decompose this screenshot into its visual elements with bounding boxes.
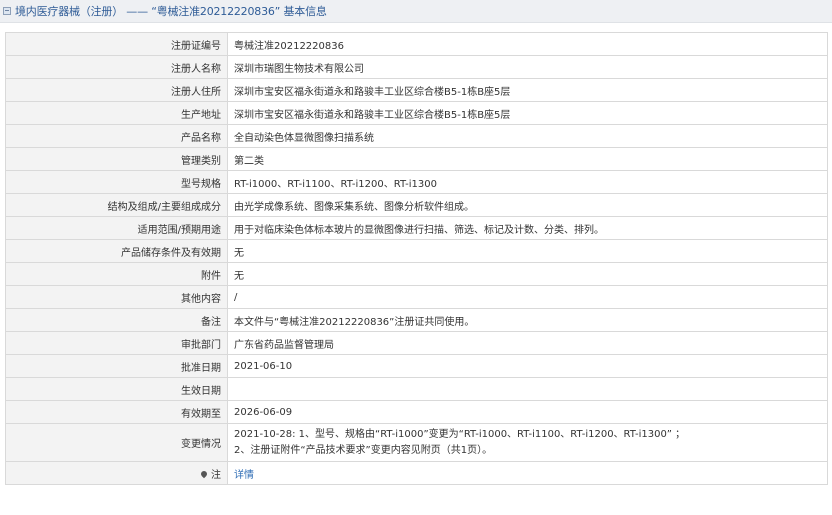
document-icon — [3, 7, 11, 15]
table-row: 注册人住所 深圳市宝安区福永街道永和路骏丰工业区综合楼B5-1栋B座5层 — [5, 78, 828, 102]
row-value: 深圳市宝安区福永街道永和路骏丰工业区综合楼B5-1栋B座5层 — [227, 78, 828, 102]
row-value: 本文件与“粤械注准20212220836”注册证共同使用。 — [227, 308, 828, 332]
table-row-note: 注 详情 — [5, 461, 828, 485]
row-value: 深圳市宝安区福永街道永和路骏丰工业区综合楼B5-1栋B座5层 — [227, 101, 828, 125]
table-row: 产品储存条件及有效期 无 — [5, 239, 828, 263]
row-label: 批准日期 — [5, 354, 228, 378]
table-row: 生产地址 深圳市宝安区福永街道永和路骏丰工业区综合楼B5-1栋B座5层 — [5, 101, 828, 125]
row-label: 生效日期 — [5, 377, 228, 401]
page-title: 境内医疗器械（注册） —— “粤械注准20212220836” 基本信息 — [15, 5, 327, 18]
row-value: 广东省药品监督管理局 — [227, 331, 828, 355]
row-label: 管理类别 — [5, 147, 228, 171]
row-value: / — [227, 285, 828, 309]
table-row: 备注 本文件与“粤械注准20212220836”注册证共同使用。 — [5, 308, 828, 332]
change-value: 2021-10-28: 1、型号、规格由“RT-i1000”变更为“RT-i10… — [227, 423, 828, 462]
row-value: 2026-06-09 — [227, 400, 828, 424]
table-row: 注册人名称 深圳市瑞图生物技术有限公司 — [5, 55, 828, 79]
table-row: 适用范围/预期用途 用于对临床染色体标本玻片的显微图像进行扫描、筛选、标记及计数… — [5, 216, 828, 240]
details-link[interactable]: 详情 — [234, 470, 254, 481]
change-line-2: 2、注册证附件“产品技术要求”变更内容见附页（共1页）。 — [234, 444, 493, 456]
row-value: 由光学成像系统、图像采集系统、图像分析软件组成。 — [227, 193, 828, 217]
row-label: 有效期至 — [5, 400, 228, 424]
table-row: 审批部门 广东省药品监督管理局 — [5, 331, 828, 355]
change-label: 变更情况 — [5, 423, 228, 462]
table-row: 批准日期 2021-06-10 — [5, 354, 828, 378]
note-label: 注 — [211, 469, 221, 481]
row-label: 注册人住所 — [5, 78, 228, 102]
table-row: 结构及组成/主要组成成分 由光学成像系统、图像采集系统、图像分析软件组成。 — [5, 193, 828, 217]
table-row: 型号规格 RT-i1000、RT-i1100、RT-i1200、RT-i1300 — [5, 170, 828, 194]
table-row: 其他内容 / — [5, 285, 828, 309]
row-value: 全自动染色体显微图像扫描系统 — [227, 124, 828, 148]
row-label: 备注 — [5, 308, 228, 332]
row-value: 第二类 — [227, 147, 828, 171]
row-value: 无 — [227, 239, 828, 263]
row-label: 审批部门 — [5, 331, 228, 355]
note-value: 详情 — [227, 461, 828, 485]
row-label: 产品名称 — [5, 124, 228, 148]
row-label: 型号规格 — [5, 170, 228, 194]
table-row: 管理类别 第二类 — [5, 147, 828, 171]
row-label: 结构及组成/主要组成成分 — [5, 193, 228, 217]
table-row-change: 变更情况 2021-10-28: 1、型号、规格由“RT-i1000”变更为“R… — [5, 423, 828, 462]
row-label: 其他内容 — [5, 285, 228, 309]
row-label: 注册人名称 — [5, 55, 228, 79]
row-label: 生产地址 — [5, 101, 228, 125]
change-line-1: 2021-10-28: 1、型号、规格由“RT-i1000”变更为“RT-i10… — [234, 428, 686, 440]
row-value: 2021-06-10 — [227, 354, 828, 378]
row-value: 粤械注准20212220836 — [227, 32, 828, 56]
note-label-cell: 注 — [5, 461, 228, 485]
page-header: 境内医疗器械（注册） —— “粤械注准20212220836” 基本信息 — [0, 0, 832, 23]
pin-icon — [199, 469, 209, 478]
table-row: 注册证编号 粤械注准20212220836 — [5, 32, 828, 56]
table-row: 有效期至 2026-06-09 — [5, 400, 828, 424]
table-row: 产品名称 全自动染色体显微图像扫描系统 — [5, 124, 828, 148]
row-value: RT-i1000、RT-i1100、RT-i1200、RT-i1300 — [227, 170, 828, 194]
row-value: 深圳市瑞图生物技术有限公司 — [227, 55, 828, 79]
row-label: 附件 — [5, 262, 228, 286]
detail-table: 注册证编号 粤械注准20212220836 注册人名称 深圳市瑞图生物技术有限公… — [5, 32, 828, 485]
table-row: 生效日期 — [5, 377, 828, 401]
row-value — [227, 377, 828, 401]
row-label: 适用范围/预期用途 — [5, 216, 228, 240]
row-label: 注册证编号 — [5, 32, 228, 56]
row-label: 产品储存条件及有效期 — [5, 239, 228, 263]
row-value: 用于对临床染色体标本玻片的显微图像进行扫描、筛选、标记及计数、分类、排列。 — [227, 216, 828, 240]
table-row: 附件 无 — [5, 262, 828, 286]
row-value: 无 — [227, 262, 828, 286]
